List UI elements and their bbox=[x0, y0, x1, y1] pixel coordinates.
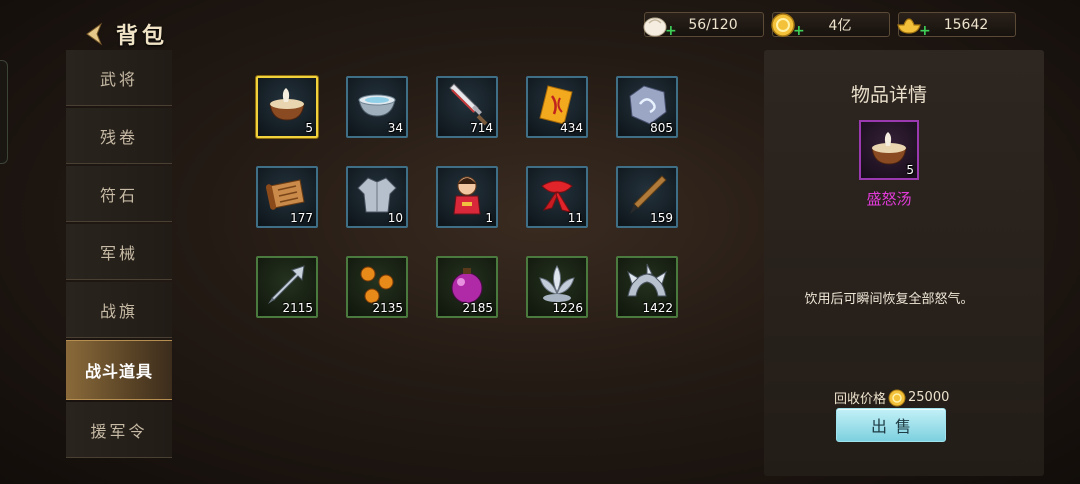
resource-gold: + 4亿 bbox=[771, 12, 890, 38]
gold-coin-icon bbox=[888, 389, 906, 406]
item-slot[interactable]: 1422 bbox=[616, 256, 678, 318]
item-slot[interactable]: 2115 bbox=[256, 256, 318, 318]
tab-reinforcements[interactable]: 援军令 bbox=[66, 402, 172, 458]
resource-bun: + 56/120 bbox=[643, 12, 764, 38]
add-ingot-button[interactable]: + bbox=[919, 24, 931, 38]
back-button[interactable] bbox=[80, 20, 108, 48]
item-slot[interactable]: 11 bbox=[526, 166, 588, 228]
item-count: 11 bbox=[567, 211, 583, 225]
item-count: 2115 bbox=[282, 301, 313, 315]
item-count: 10 bbox=[387, 211, 403, 225]
detail-item-icon: 5 bbox=[859, 120, 919, 180]
detail-description: 饮用后可瞬间恢复全部怒气。 bbox=[804, 292, 974, 307]
tab-generals[interactable]: 武将 bbox=[66, 50, 172, 106]
item-slot[interactable]: 714 bbox=[436, 76, 498, 138]
chevron-left-icon bbox=[86, 22, 103, 46]
detail-item-name: 盛怒汤 bbox=[866, 190, 912, 208]
item-count: 34 bbox=[387, 121, 403, 135]
item-slot[interactable]: 1226 bbox=[526, 256, 588, 318]
item-slot[interactable]: 2135 bbox=[346, 256, 408, 318]
add-gold-button[interactable]: + bbox=[793, 24, 805, 38]
item-count: 2135 bbox=[372, 301, 403, 315]
edge-handle[interactable] bbox=[0, 60, 8, 164]
tab-banners[interactable]: 战旗 bbox=[66, 282, 172, 338]
tab-battle-items[interactable]: 战斗道具 bbox=[66, 340, 172, 400]
item-slot[interactable]: 805 bbox=[616, 76, 678, 138]
item-detail-panel: 物品详情 5 盛怒汤 饮用后可瞬间恢复全部怒气。 回收价格 25000 出售 bbox=[764, 50, 1044, 476]
detail-item-count: 5 bbox=[906, 163, 914, 177]
item-slot[interactable]: 2185 bbox=[436, 256, 498, 318]
item-slot[interactable]: 434 bbox=[526, 76, 588, 138]
item-slot[interactable]: 10 bbox=[346, 166, 408, 228]
gold-count: 4亿 bbox=[828, 17, 852, 34]
page-title: 背包 bbox=[116, 23, 169, 49]
item-slot[interactable]: 5 bbox=[256, 76, 318, 138]
item-count: 714 bbox=[470, 121, 493, 135]
item-count: 159 bbox=[650, 211, 673, 225]
doll-icon bbox=[453, 176, 481, 215]
sell-price-row: 回收价格 25000 bbox=[834, 388, 949, 407]
item-count: 1226 bbox=[552, 301, 583, 315]
item-count: 2185 bbox=[462, 301, 493, 315]
item-slot[interactable]: 159 bbox=[616, 166, 678, 228]
tab-armory[interactable]: 军械 bbox=[66, 224, 172, 280]
item-count: 434 bbox=[560, 121, 583, 135]
sell-button[interactable]: 出售 bbox=[836, 408, 946, 442]
item-count: 1422 bbox=[642, 301, 673, 315]
item-count: 5 bbox=[305, 121, 313, 135]
item-slot[interactable]: 34 bbox=[346, 76, 408, 138]
price-label: 回收价格 bbox=[834, 392, 887, 407]
soup-bowl-icon bbox=[269, 88, 305, 121]
item-slot[interactable]: 177 bbox=[256, 166, 318, 228]
detail-title: 物品详情 bbox=[850, 84, 927, 106]
item-count: 805 bbox=[650, 121, 673, 135]
item-count: 177 bbox=[290, 211, 313, 225]
resource-ingot: + 15642 bbox=[897, 12, 1016, 38]
bun-count: 56/120 bbox=[688, 16, 738, 33]
price-value: 25000 bbox=[908, 390, 950, 405]
item-slot[interactable]: 1 bbox=[436, 166, 498, 228]
category-sidebar: 武将 残卷 符石 军械 战旗 战斗道具 援军令 bbox=[66, 50, 172, 462]
tab-runes[interactable]: 符石 bbox=[66, 166, 172, 222]
item-count: 1 bbox=[485, 211, 493, 225]
tab-fragments[interactable]: 残卷 bbox=[66, 108, 172, 164]
ingot-count: 15642 bbox=[943, 16, 989, 33]
add-bun-button[interactable]: + bbox=[665, 24, 677, 38]
